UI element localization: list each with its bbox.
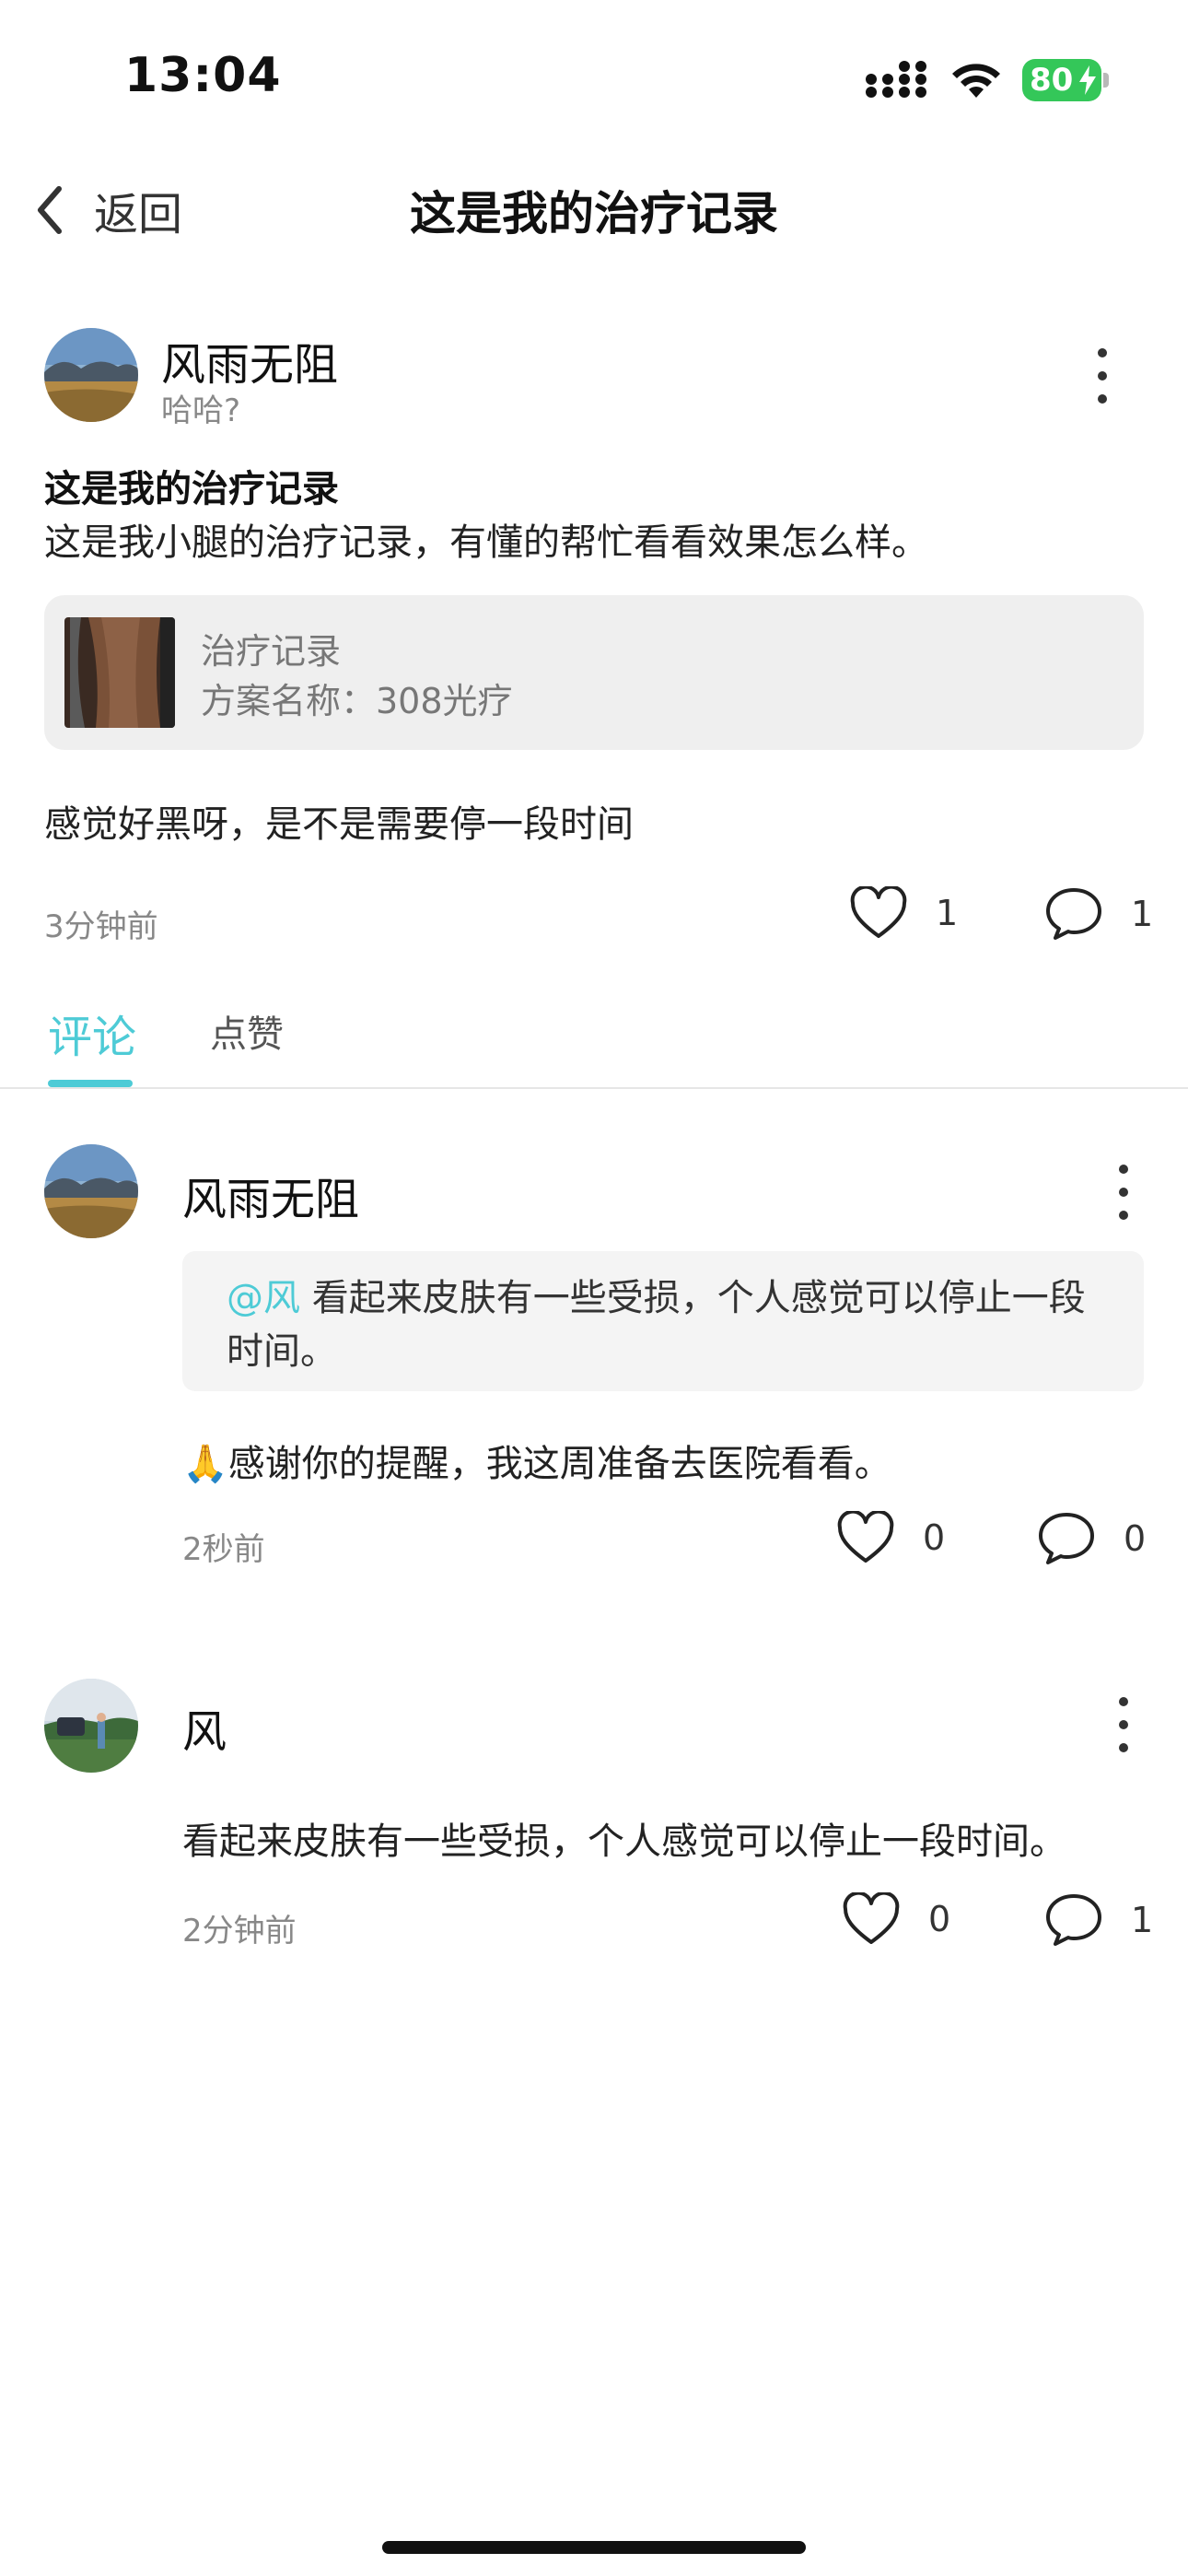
page-title: 这是我的治疗记录 — [410, 187, 778, 240]
comment-2-timestamp: 2分钟前 — [182, 1913, 297, 1950]
comment-bubble-icon — [1046, 1894, 1101, 1946]
heart-icon — [843, 1892, 900, 1944]
charging-bolt-icon — [1079, 65, 1096, 95]
comment-2-reply-count: 1 — [1131, 1900, 1154, 1940]
nav-bar: 返回 这是我的治疗记录 — [0, 157, 1188, 263]
signal-icon — [866, 61, 926, 98]
outdoor-avatar-image — [44, 1679, 138, 1773]
heart-icon — [837, 1511, 894, 1563]
comment-1-text: 🙏感谢你的提醒，我这周准备去医院看看。 — [182, 1443, 891, 1485]
post-author-name[interactable]: 风雨无阻 — [161, 328, 338, 392]
treatment-record-card[interactable]: 治疗记录 方案名称：308光疗 — [44, 595, 1144, 750]
tab-comments[interactable]: 评论 — [48, 1001, 136, 1065]
reply-quote: @风 看起来皮肤有一些受损，个人感觉可以停止一段时间。 — [182, 1251, 1144, 1391]
comment-1-like-button[interactable]: 0 — [836, 1511, 945, 1564]
comment-1-avatar[interactable] — [44, 1144, 138, 1238]
post-comment-button[interactable]: 1 — [1044, 886, 1153, 942]
post-author-subtitle: 哈哈? — [161, 392, 241, 429]
comment-2-reply-button[interactable]: 1 — [1044, 1892, 1153, 1948]
status-time: 13:04 — [124, 48, 282, 103]
landscape-avatar-image — [44, 1144, 138, 1238]
battery-charging-icon: 80 — [1022, 59, 1109, 101]
comment-1-reply-button[interactable]: 0 — [1037, 1511, 1146, 1566]
post-body: 这是我小腿的治疗记录，有懂的帮忙看看效果怎么样。 — [44, 521, 928, 564]
comment-1-reply-count: 0 — [1124, 1518, 1147, 1559]
record-thumbnail — [64, 617, 175, 728]
comment-1-timestamp: 2秒前 — [182, 1531, 265, 1568]
post-like-count: 1 — [936, 893, 959, 933]
record-card-title: 治疗记录 — [201, 631, 342, 672]
mention-link[interactable]: @风 — [227, 1277, 300, 1319]
tab-likes[interactable]: 点赞 — [210, 1004, 284, 1058]
wifi-icon — [952, 64, 1000, 98]
tab-bar: 评论 点赞 — [0, 986, 1188, 1089]
comment-1-more-icon[interactable] — [1105, 1155, 1142, 1229]
battery-cap — [1103, 73, 1109, 88]
heart-icon — [850, 886, 907, 938]
comment-2-text: 看起来皮肤有一些受损，个人感觉可以停止一段时间。 — [182, 1821, 1066, 1863]
post-note: 感觉好黑呀，是不是需要停一段时间 — [44, 803, 634, 846]
comment-bubble-icon — [1039, 1513, 1094, 1564]
comment-bubble-icon — [1046, 888, 1101, 940]
comment-2-more-icon[interactable] — [1105, 1688, 1142, 1762]
battery-body: 80 — [1022, 59, 1101, 101]
landscape-avatar-image — [44, 328, 138, 422]
status-bar: 13:04 80 — [0, 0, 1188, 157]
tab-active-indicator — [48, 1080, 133, 1087]
comment-2-like-count: 0 — [928, 1899, 951, 1939]
post-timestamp: 3分钟前 — [44, 908, 158, 945]
post-author-avatar[interactable] — [44, 328, 138, 422]
comment-2-author[interactable]: 风 — [182, 1695, 227, 1760]
post-more-icon[interactable] — [1084, 339, 1121, 413]
post-like-button[interactable]: 1 — [849, 886, 958, 940]
battery-level: 80 — [1030, 62, 1074, 99]
post-comment-count: 1 — [1131, 894, 1154, 934]
record-card-subtitle: 方案名称：308光疗 — [201, 681, 513, 721]
home-indicator[interactable] — [382, 2541, 806, 2554]
comment-1-author[interactable]: 风雨无阻 — [182, 1163, 359, 1227]
comment-2-like-button[interactable]: 0 — [842, 1892, 950, 1946]
quote-text: 看起来皮肤有一些受损，个人感觉可以停止一段时间。 — [227, 1277, 1086, 1373]
post-title: 这是我的治疗记录 — [44, 468, 339, 510]
comment-1-like-count: 0 — [923, 1517, 946, 1558]
comment-2-avatar[interactable] — [44, 1679, 138, 1773]
